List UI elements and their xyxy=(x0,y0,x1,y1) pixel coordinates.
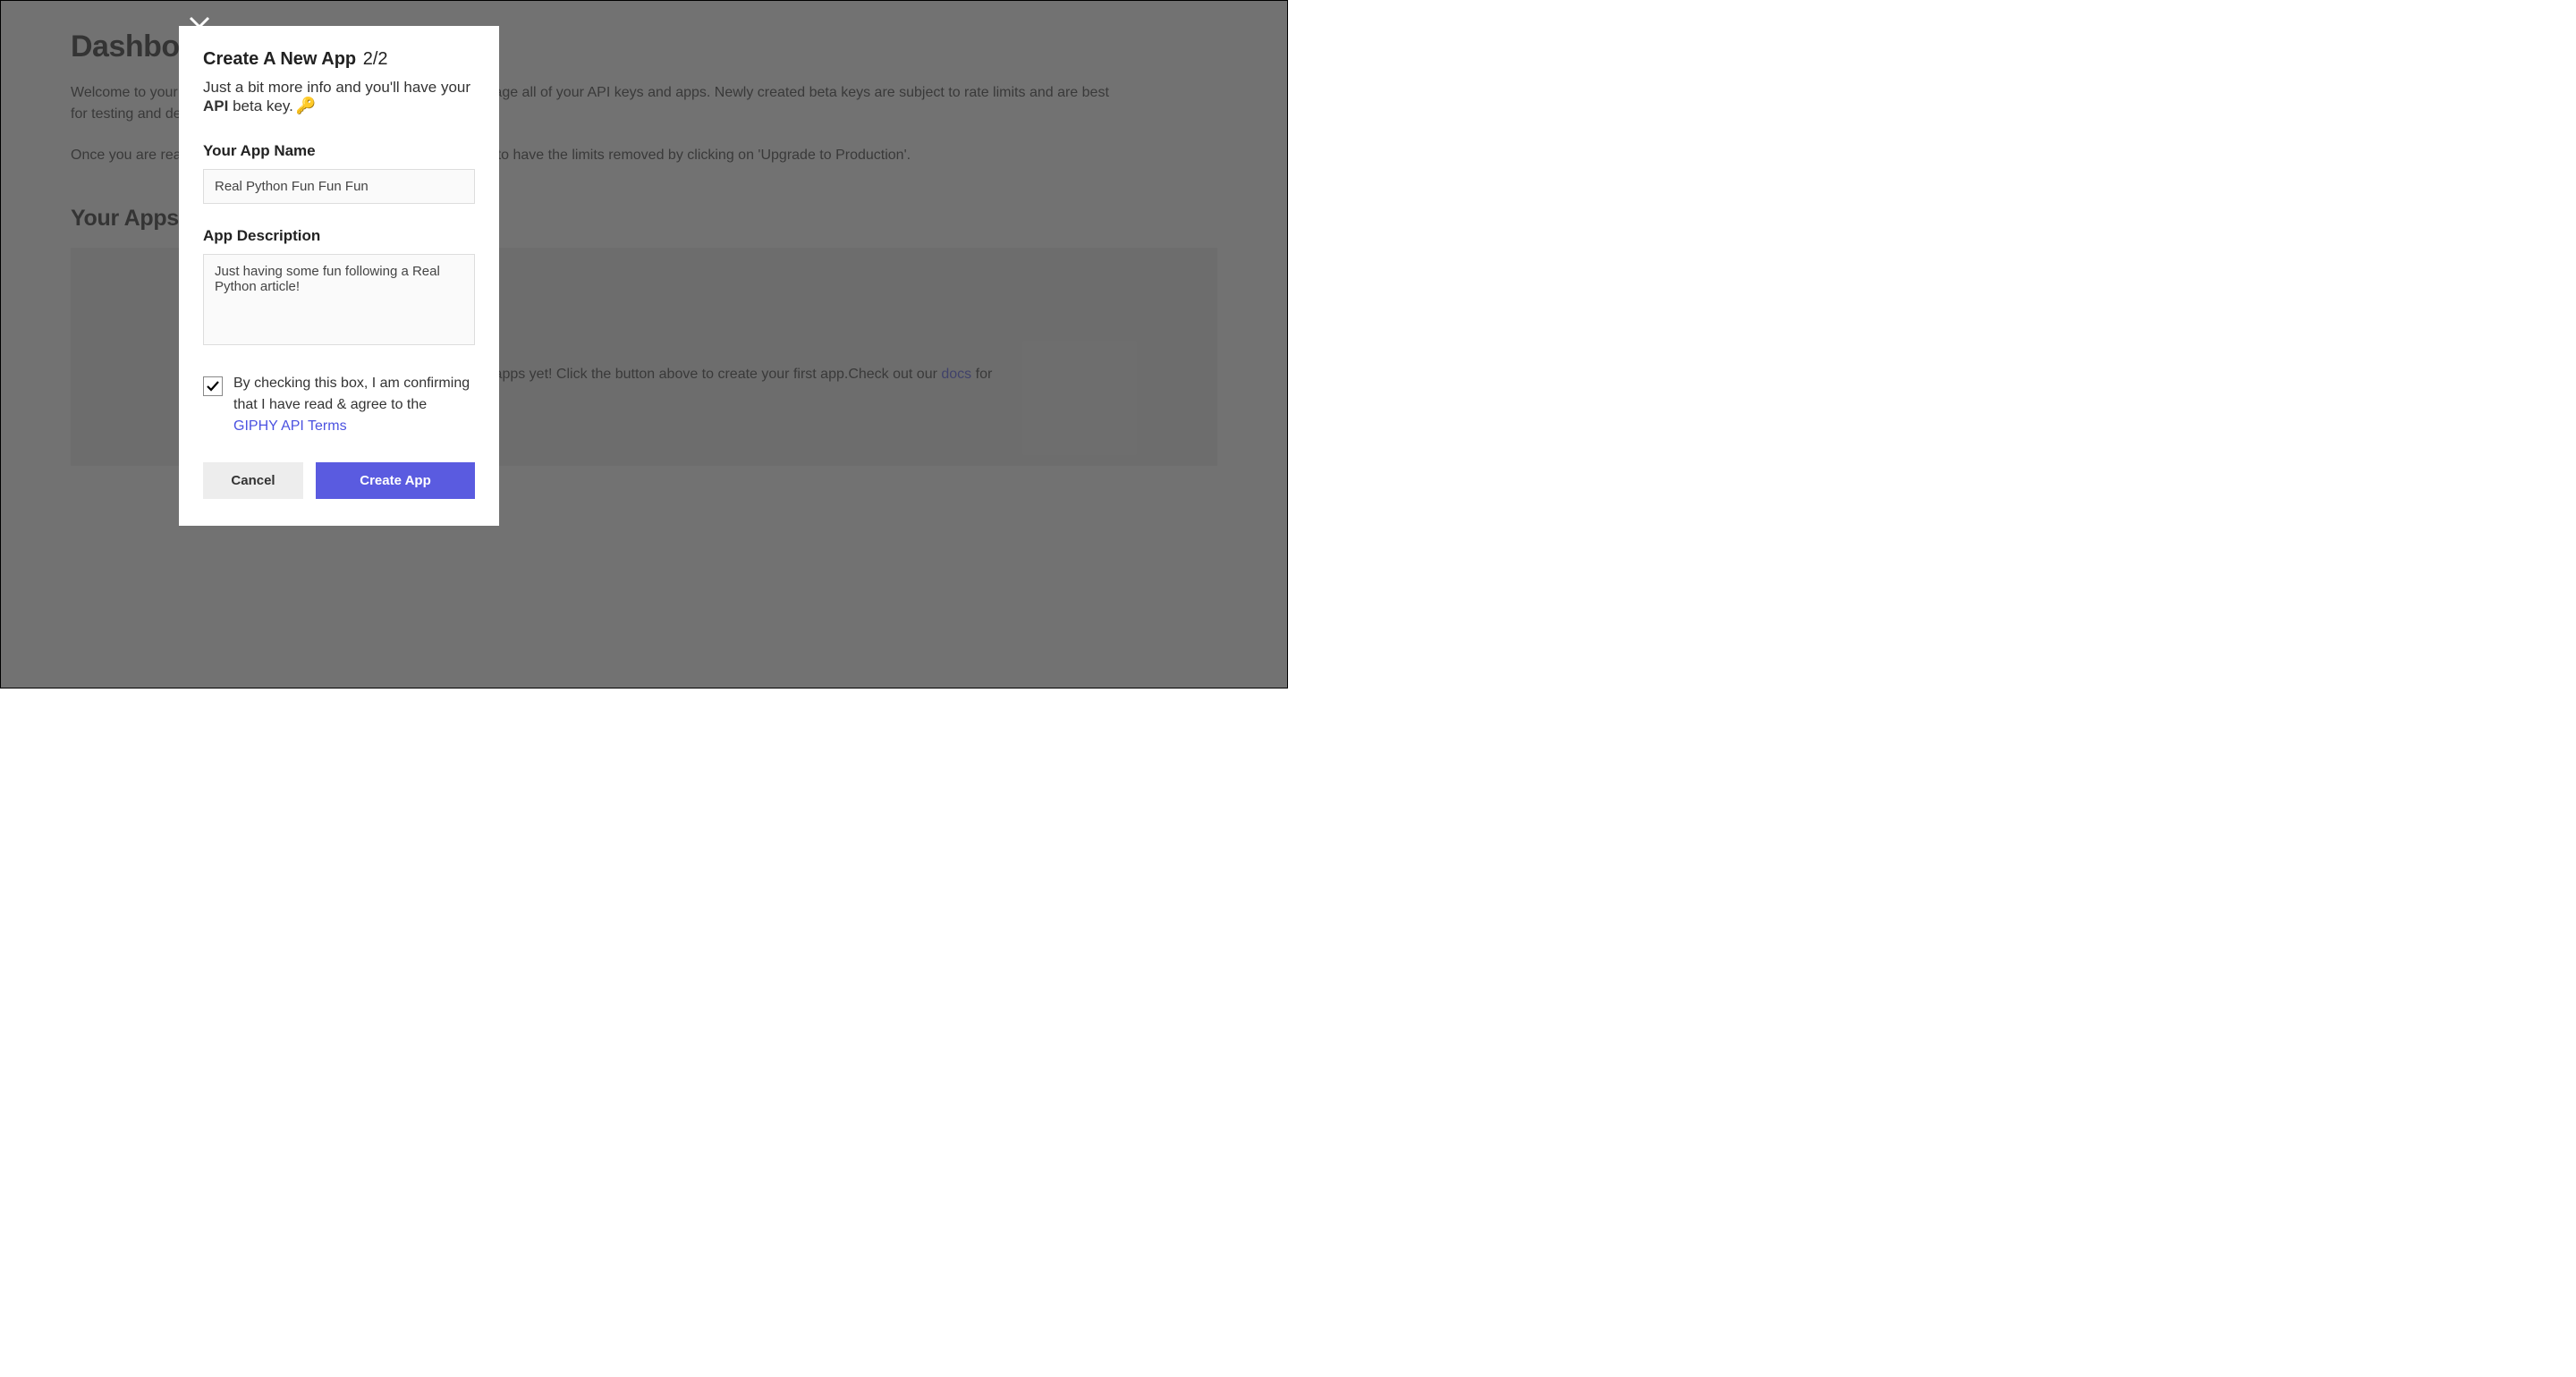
modal-step: 2/2 xyxy=(363,49,388,69)
modal-title: Create A New App xyxy=(203,49,356,69)
app-name-input[interactable] xyxy=(203,169,475,204)
close-button[interactable] xyxy=(180,7,219,46)
app-description-input[interactable] xyxy=(203,254,475,345)
modal-subtitle: Just a bit more info and you'll have you… xyxy=(203,79,475,115)
terms-link[interactable]: GIPHY API Terms xyxy=(233,418,347,434)
create-app-modal: Create A New App 2/2 Just a bit more inf… xyxy=(179,26,499,526)
app-name-field: Your App Name xyxy=(203,142,475,204)
modal-subtitle-prefix: Just a bit more info and you'll have you… xyxy=(203,79,470,96)
terms-text: By checking this box, I am confirming th… xyxy=(233,373,475,437)
cancel-button[interactable]: Cancel xyxy=(203,462,303,499)
check-icon xyxy=(206,379,220,393)
modal-button-row: Cancel Create App xyxy=(203,462,475,499)
app-name-label: Your App Name xyxy=(203,142,475,160)
modal-subtitle-suffix: beta key. xyxy=(228,97,292,114)
modal-title-row: Create A New App 2/2 xyxy=(203,49,475,70)
terms-checkbox[interactable] xyxy=(203,376,223,396)
app-description-field: App Description xyxy=(203,227,475,350)
modal-subtitle-bold: API xyxy=(203,97,228,114)
create-app-button[interactable]: Create App xyxy=(316,462,475,499)
terms-row: By checking this box, I am confirming th… xyxy=(203,373,475,437)
key-icon: 🔑 xyxy=(296,97,316,114)
close-icon xyxy=(180,7,219,46)
app-description-label: App Description xyxy=(203,227,475,245)
terms-prefix: By checking this box, I am confirming th… xyxy=(233,376,470,412)
